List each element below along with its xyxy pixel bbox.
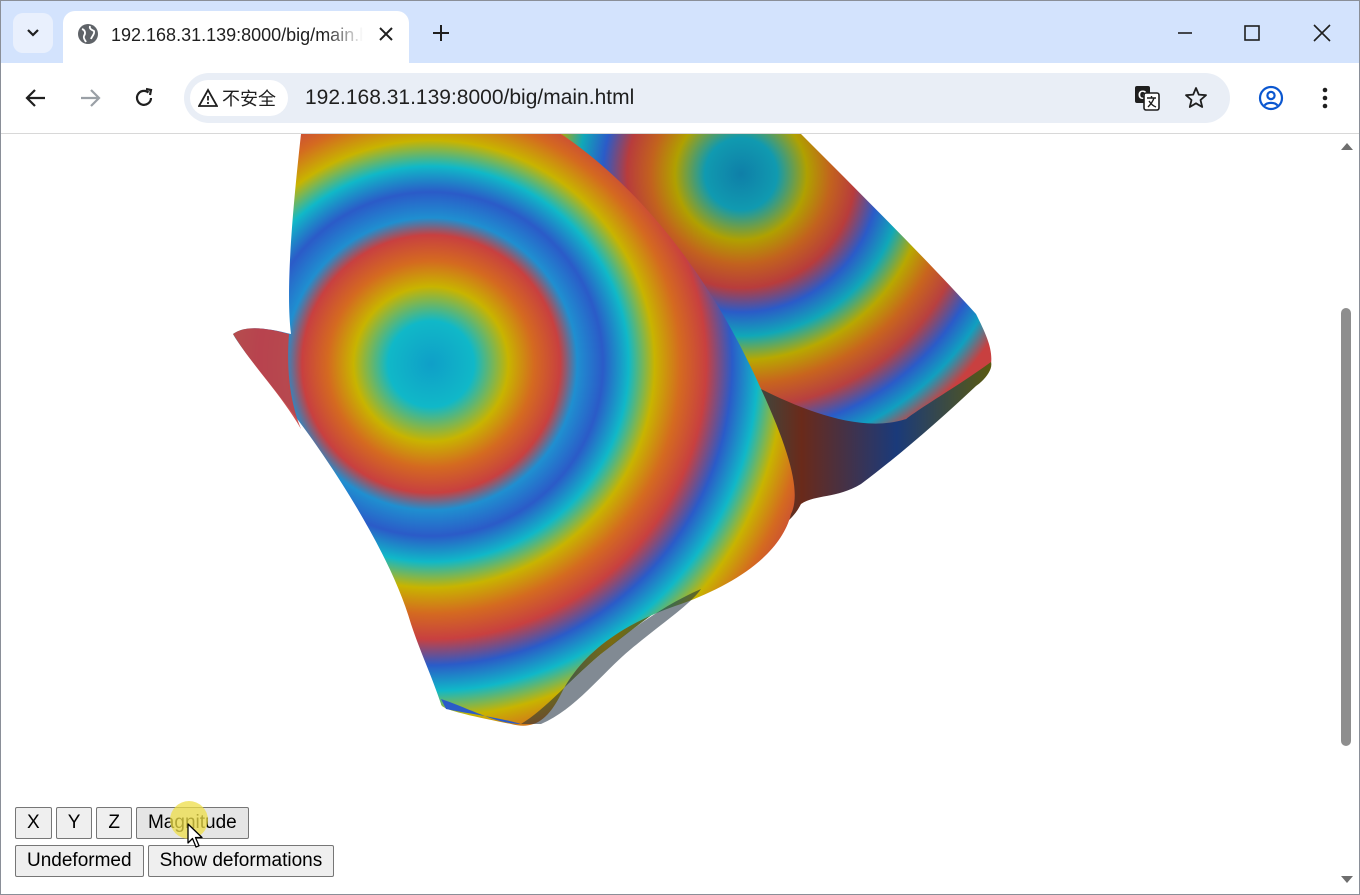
tab-strip: 192.168.31.139:8000/big/main.html bbox=[1, 1, 1359, 63]
minimize-icon bbox=[1178, 32, 1192, 34]
url-text[interactable]: 192.168.31.139:8000/big/main.html bbox=[305, 85, 634, 111]
plus-icon bbox=[433, 25, 449, 41]
reload-button[interactable] bbox=[126, 80, 162, 116]
back-button[interactable] bbox=[18, 80, 54, 116]
back-icon bbox=[25, 89, 45, 107]
close-icon bbox=[379, 27, 393, 41]
tab-search-button[interactable] bbox=[13, 13, 53, 53]
z-button[interactable]: Z bbox=[96, 807, 132, 839]
chevron-down-icon bbox=[27, 29, 39, 37]
new-tab-button[interactable] bbox=[425, 17, 457, 49]
webgl-viewport[interactable] bbox=[1, 134, 1359, 894]
browser-window: 192.168.31.139:8000/big/main.html bbox=[0, 0, 1360, 895]
tab-title: 192.168.31.139:8000/big/main.html bbox=[111, 25, 363, 45]
show-deformations-button[interactable]: Show deformations bbox=[147, 845, 335, 877]
security-chip[interactable]: 不安全 bbox=[190, 80, 288, 116]
y-button[interactable]: Y bbox=[55, 807, 93, 839]
component-buttons: X Y Z Magnitude bbox=[15, 807, 334, 839]
deformation-buttons: Undeformed Show deformations bbox=[15, 845, 335, 877]
browser-toolbar: 不安全 192.168.31.139:8000/big/main.html G bbox=[1, 63, 1359, 134]
scroll-thumb[interactable] bbox=[1341, 308, 1351, 746]
translate-icon: G bbox=[1135, 86, 1160, 111]
profile-icon bbox=[1258, 85, 1284, 111]
warning-icon bbox=[198, 88, 218, 107]
close-window-button[interactable] bbox=[1304, 15, 1340, 51]
maximize-icon bbox=[1244, 25, 1260, 41]
menu-icon bbox=[1322, 87, 1328, 109]
globe-icon bbox=[78, 24, 98, 44]
undeformed-button[interactable]: Undeformed bbox=[15, 845, 144, 877]
tab-close-button[interactable] bbox=[373, 21, 399, 47]
browser-menu-button[interactable] bbox=[1307, 80, 1343, 116]
minimize-button[interactable] bbox=[1167, 15, 1203, 51]
address-bar[interactable]: 不安全 192.168.31.139:8000/big/main.html G bbox=[184, 73, 1230, 123]
forward-button[interactable] bbox=[72, 80, 108, 116]
profile-button[interactable] bbox=[1253, 80, 1289, 116]
maximize-button[interactable] bbox=[1234, 15, 1270, 51]
browser-tab[interactable]: 192.168.31.139:8000/big/main.html bbox=[63, 11, 409, 63]
close-icon bbox=[1313, 24, 1331, 42]
translate-button[interactable]: G bbox=[1132, 83, 1162, 113]
bookmark-star-icon bbox=[1185, 87, 1207, 108]
deformation-contour-model[interactable] bbox=[1, 134, 1337, 894]
x-button[interactable]: X bbox=[15, 807, 52, 839]
scroll-down-arrow-icon[interactable] bbox=[1340, 874, 1354, 886]
security-label: 不安全 bbox=[222, 89, 276, 109]
vertical-scrollbar[interactable] bbox=[1337, 134, 1357, 894]
view-controls: X Y Z Magnitude Undeformed Show deformat… bbox=[15, 807, 335, 883]
reload-icon bbox=[135, 87, 153, 106]
forward-icon bbox=[81, 89, 101, 107]
scroll-up-arrow-icon[interactable] bbox=[1340, 140, 1354, 152]
magnitude-button[interactable]: Magnitude bbox=[135, 807, 249, 839]
bookmark-button[interactable] bbox=[1181, 83, 1211, 113]
